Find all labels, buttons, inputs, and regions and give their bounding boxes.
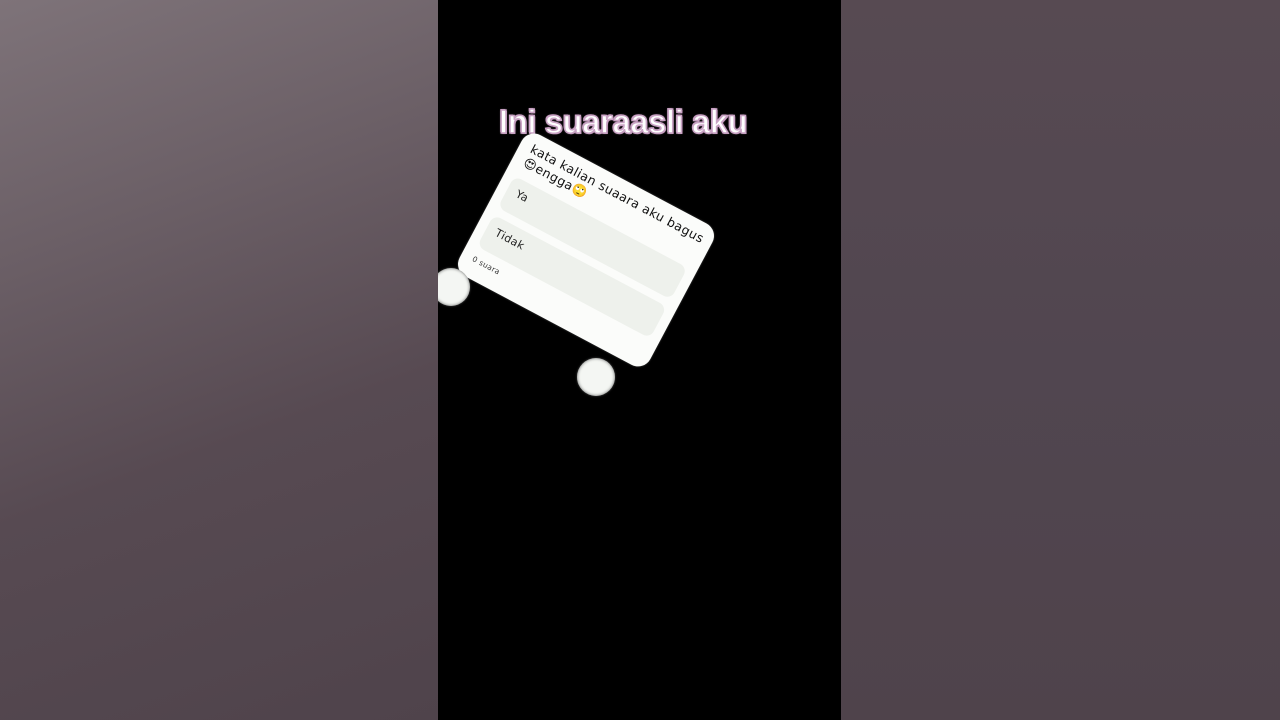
- poll-sticker[interactable]: kata kalian suaara aku bagus😍engga🙄 Ya T…: [453, 128, 719, 372]
- blurred-background-right: [841, 0, 1280, 720]
- blurred-background-left: [0, 0, 438, 720]
- poll-option-label: Tidak: [492, 226, 527, 253]
- poll-option-label: Ya: [513, 187, 531, 205]
- video-content: Ini suaraasli aku kata kalian suaara aku…: [438, 0, 841, 720]
- resize-handle-icon[interactable]: [577, 358, 615, 396]
- video-frame: Ini suaraasli aku kata kalian suaara aku…: [0, 0, 1280, 720]
- resize-handle-icon[interactable]: [438, 268, 470, 306]
- poll-vote-count: 0 suara: [470, 254, 502, 277]
